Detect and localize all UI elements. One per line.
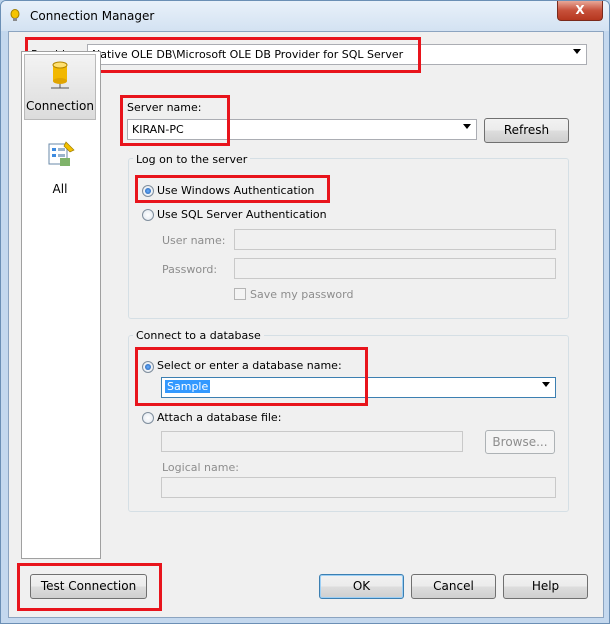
server-name-label: Server name: <box>127 101 202 114</box>
chevron-down-icon <box>573 49 581 54</box>
logical-name-label: Logical name: <box>162 461 239 474</box>
chevron-down-icon <box>463 124 471 129</box>
attach-db-radio[interactable] <box>142 412 154 424</box>
refresh-button[interactable]: Refresh <box>484 118 569 143</box>
password-field[interactable] <box>234 258 556 279</box>
attach-db-label[interactable]: Attach a database file: <box>157 411 281 424</box>
window-title: Connection Manager <box>30 9 155 23</box>
select-db-label[interactable]: Select or enter a database name: <box>157 359 342 372</box>
properties-list-icon <box>48 141 75 166</box>
username-field[interactable] <box>234 229 556 250</box>
sql-auth-radio[interactable] <box>142 209 154 221</box>
provider-value: Native OLE DB\Microsoft OLE DB Provider … <box>92 48 404 61</box>
bulb-app-icon <box>10 9 20 21</box>
username-label: User name: <box>162 234 226 247</box>
provider-dropdown-arrow[interactable] <box>570 45 586 64</box>
browse-button[interactable]: Browse... <box>485 430 555 454</box>
sidebar-item-label: Connection <box>26 99 94 113</box>
logical-name-field[interactable] <box>161 477 556 498</box>
page-selector: Connection All <box>21 51 101 559</box>
windows-auth-radio[interactable] <box>142 185 154 197</box>
chevron-down-icon <box>542 382 550 387</box>
sidebar-item-connection[interactable]: Connection <box>24 54 96 120</box>
close-icon: X <box>575 3 585 17</box>
database-name-value: Sample <box>165 380 211 393</box>
windows-auth-label[interactable]: Use Windows Authentication <box>157 184 314 197</box>
database-group-title: Connect to a database <box>133 329 264 342</box>
save-password-checkbox[interactable] <box>234 288 246 300</box>
server-name-dropdown-arrow[interactable] <box>460 120 476 139</box>
sidebar-item-label: All <box>52 182 68 196</box>
help-button[interactable]: Help <box>503 574 588 599</box>
server-name-dropdown[interactable]: KIRAN-PC <box>127 119 477 140</box>
ok-button[interactable]: OK <box>319 574 404 599</box>
logon-group-title: Log on to the server <box>133 153 251 166</box>
test-connection-button[interactable]: Test Connection <box>30 574 147 599</box>
database-name-dropdown[interactable]: Sample <box>161 377 556 398</box>
provider-dropdown[interactable]: Native OLE DB\Microsoft OLE DB Provider … <box>87 44 587 65</box>
sidebar-item-all[interactable]: All <box>24 128 96 196</box>
database-cylinder-icon <box>51 61 69 89</box>
sql-auth-label[interactable]: Use SQL Server Authentication <box>157 208 327 221</box>
close-button[interactable]: X <box>557 1 603 21</box>
save-password-label[interactable]: Save my password <box>250 288 353 301</box>
select-db-radio[interactable] <box>142 361 154 373</box>
title-bar[interactable]: Connection Manager X <box>1 1 609 31</box>
attach-file-field[interactable] <box>161 431 463 452</box>
password-label: Password: <box>162 263 218 276</box>
cancel-button[interactable]: Cancel <box>411 574 496 599</box>
database-name-dropdown-arrow[interactable] <box>539 378 555 397</box>
server-name-value: KIRAN-PC <box>132 123 184 136</box>
connection-manager-window: Connection Manager X Provider: Native OL… <box>0 0 610 624</box>
